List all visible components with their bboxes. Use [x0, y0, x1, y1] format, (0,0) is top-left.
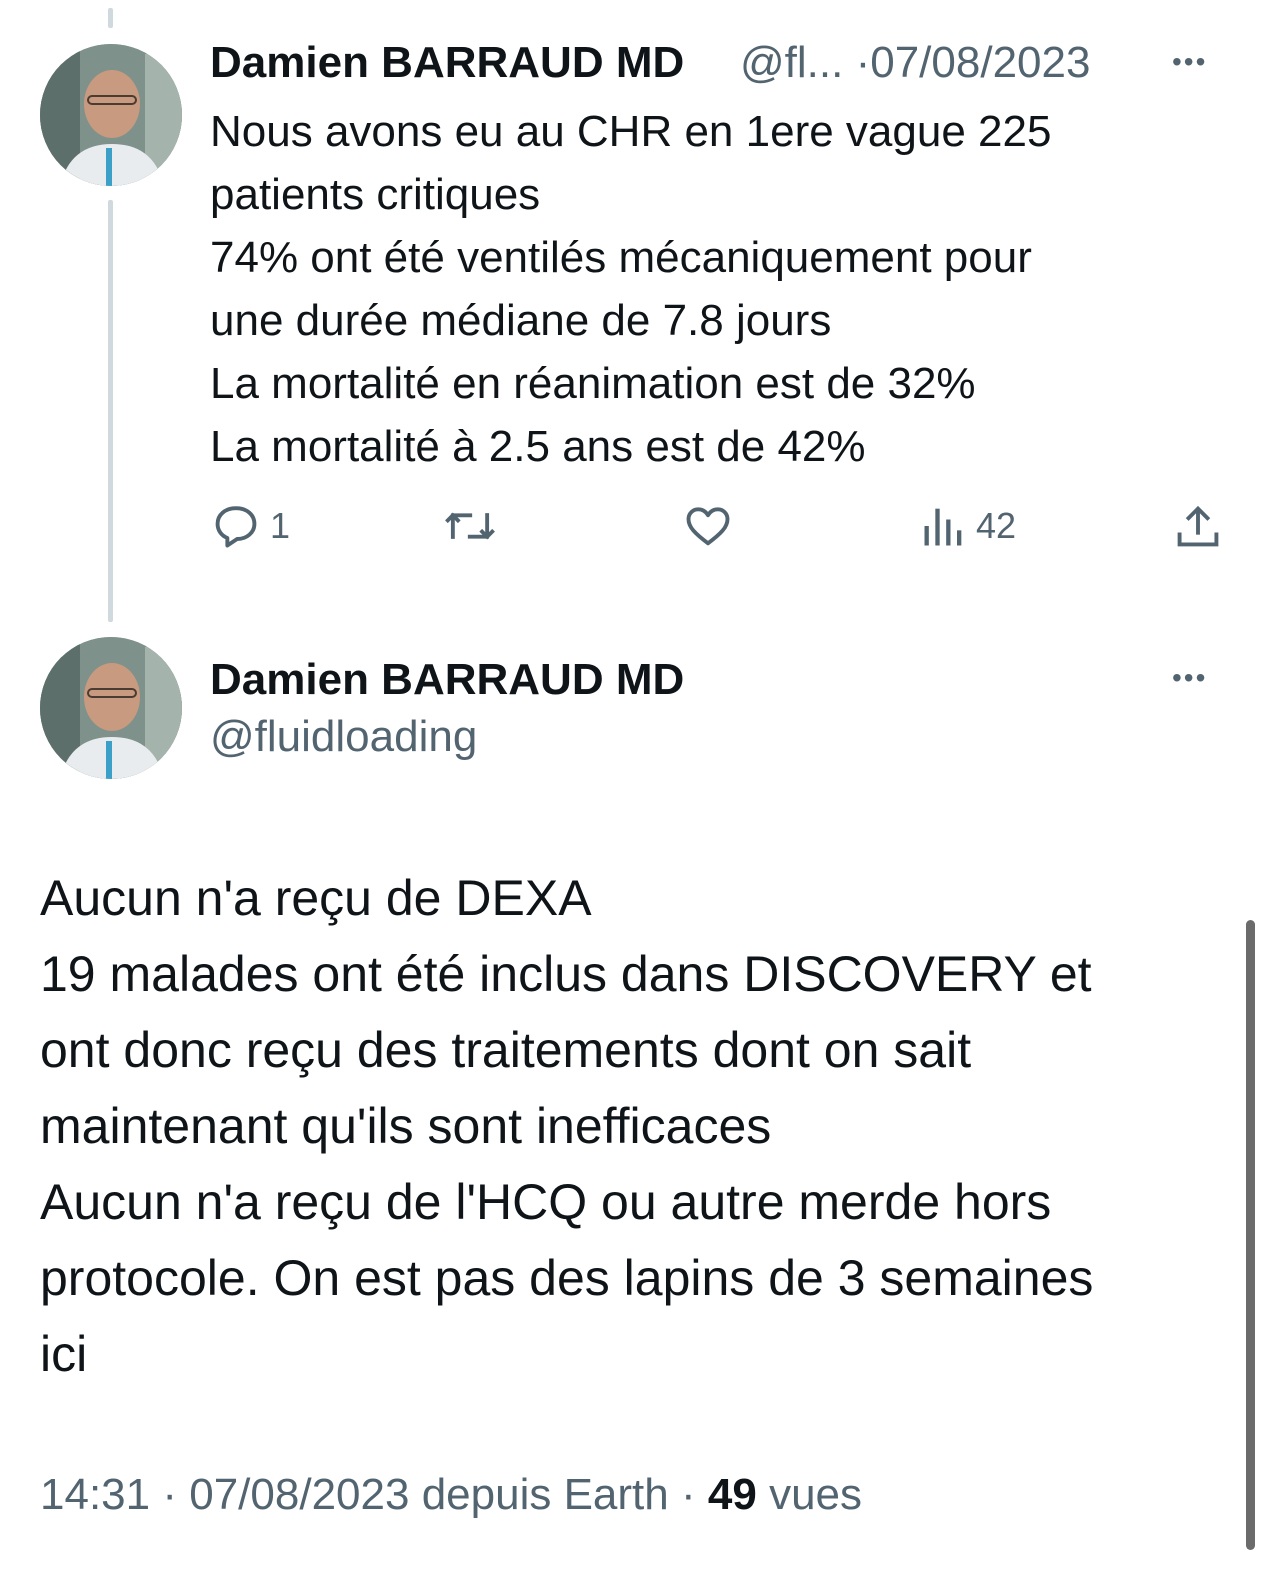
tweet-line: ont donc reçu des traitements dont on sa… [40, 1022, 972, 1078]
scrollbar[interactable] [1246, 920, 1255, 1550]
tweet-footer: 14:31 · 07/08/2023 depuis Earth · 49 vue… [40, 1470, 862, 1520]
views-count: 42 [976, 505, 1017, 546]
separator: · [855, 38, 871, 87]
separator: · [680, 1470, 696, 1519]
views-count[interactable]: 49 [708, 1470, 757, 1519]
tweet-actions: 1 42 [210, 500, 1230, 556]
thread-connector-top [108, 8, 113, 28]
tweet-line: protocole. On est pas des lapins de 3 se… [40, 1250, 1094, 1306]
tweet-line: 19 malades ont été inclus dans DISCOVERY… [40, 946, 1092, 1002]
author-name[interactable]: Damien BARRAUD MD [210, 38, 684, 88]
retweet-button[interactable] [440, 500, 508, 552]
author-name[interactable]: Damien BARRAUD MD [210, 655, 684, 705]
views-button[interactable]: 42 [920, 500, 1016, 552]
tweet-line: une durée médiane de 7.8 jours [210, 296, 832, 345]
tweet-line: Aucun n'a reçu de l'HCQ ou autre merde h… [40, 1174, 1052, 1230]
reply-icon [215, 506, 257, 548]
tweet-meta: @fl... ·07/08/2023 [740, 38, 1090, 88]
tweet-line: 74% ont été ventilés mécaniquement pour [210, 233, 1032, 282]
tweet-source: depuis Earth [421, 1470, 669, 1519]
share-icon [1177, 505, 1219, 547]
author-handle[interactable]: @fluidloading [210, 712, 477, 762]
views-label: vues [769, 1470, 863, 1519]
tweet-time[interactable]: 14:31 [40, 1470, 150, 1519]
tweet-line: La mortalité à 2.5 ans est de 42% [210, 422, 866, 471]
retweet-icon [445, 512, 495, 540]
tweet-line: ici [40, 1326, 88, 1382]
avatar-image [40, 637, 182, 779]
author-handle[interactable]: @fl... [740, 38, 843, 87]
tweet-text: Aucun n'a reçu de DEXA 19 malades ont ét… [40, 860, 1220, 1392]
reply-count: 1 [270, 505, 291, 546]
tweet-line: Nous avons eu au CHR en 1ere vague 225 [210, 107, 1052, 156]
tweet-date[interactable]: 07/08/2023 [870, 38, 1090, 87]
tweet-line: La mortalité en réanimation est de 32% [210, 359, 976, 408]
tweet-line: Aucun n'a reçu de DEXA [40, 870, 592, 926]
tweet-date[interactable]: 07/08/2023 [189, 1470, 409, 1519]
avatar[interactable] [40, 637, 182, 779]
avatar-image [40, 44, 182, 186]
tweet-text: Nous avons eu au CHR en 1ere vague 225 p… [210, 100, 1250, 478]
thread-connector [108, 200, 113, 622]
more-options-button[interactable]: ••• [1172, 664, 1207, 692]
views-icon [924, 508, 962, 546]
separator: · [162, 1470, 177, 1519]
more-options-button[interactable]: ••• [1172, 48, 1207, 76]
like-button[interactable] [682, 500, 742, 552]
avatar[interactable] [40, 44, 182, 186]
heart-icon [686, 507, 730, 546]
reply-button[interactable]: 1 [210, 500, 290, 552]
tweet-line: maintenant qu'ils sont inefficaces [40, 1098, 772, 1154]
tweet-line: patients critiques [210, 170, 541, 219]
share-button[interactable] [1172, 500, 1224, 552]
